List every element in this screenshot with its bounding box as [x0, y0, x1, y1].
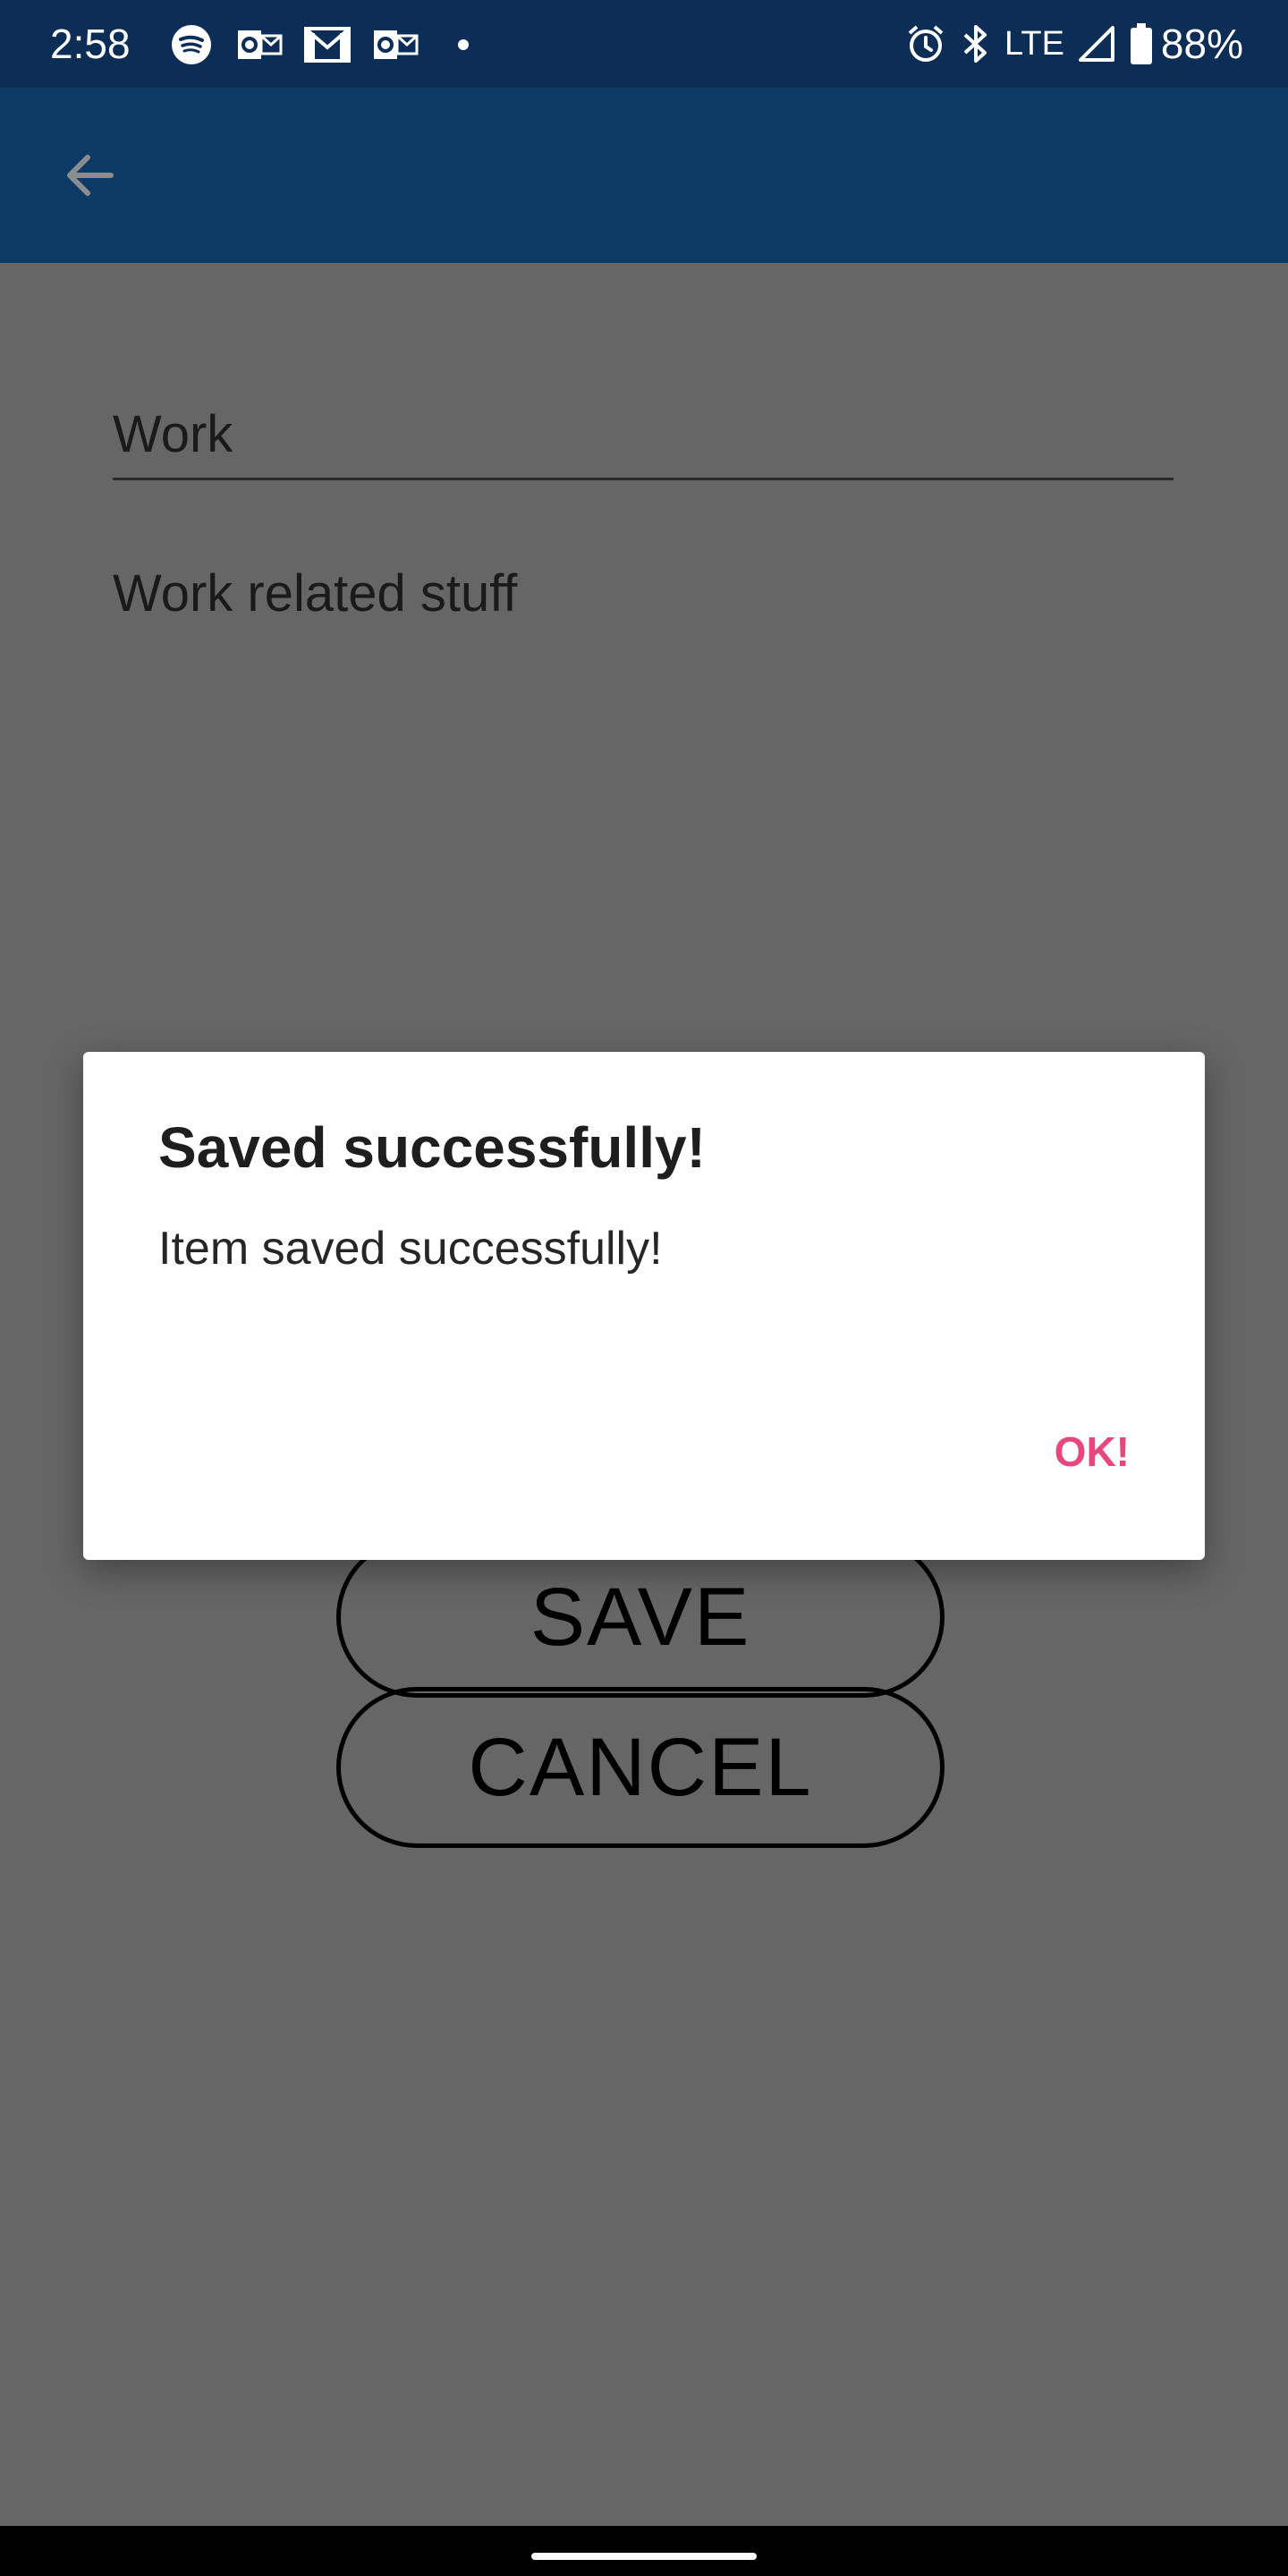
battery-icon: [1129, 22, 1154, 65]
signal-icon: [1077, 24, 1116, 64]
home-handle[interactable]: [531, 2553, 757, 2560]
spotify-icon: [168, 21, 215, 68]
dialog-title: Saved successfully!: [158, 1115, 706, 1180]
dialog-message: Item saved successfully!: [158, 1223, 663, 1275]
outlook-icon: [236, 21, 283, 68]
bluetooth-icon: [960, 22, 992, 65]
status-time: 2:58: [50, 21, 131, 67]
navigation-bar: [0, 2526, 1288, 2576]
name-input[interactable]: Work: [113, 399, 1174, 480]
ok-button[interactable]: OK!: [1055, 1428, 1130, 1476]
app-bar: [0, 88, 1288, 263]
back-button[interactable]: [47, 132, 132, 218]
save-button[interactable]: SAVE: [336, 1537, 945, 1698]
notification-icons: [168, 20, 508, 70]
network-type: LTE: [1004, 24, 1064, 63]
description-input[interactable]: Work related stuff: [113, 558, 1174, 633]
dot-icon: [440, 21, 487, 68]
success-dialog: Saved successfully! Item saved successfu…: [83, 1052, 1205, 1560]
arrow-back-icon: [67, 155, 114, 196]
gmail-icon: [304, 21, 351, 68]
cancel-button[interactable]: CANCEL: [336, 1687, 945, 1848]
status-bar: 2:58 LTE 88%: [0, 0, 1288, 88]
battery-percentage: 88%: [1160, 21, 1243, 67]
system-icons: LTE 88%: [892, 16, 1243, 72]
outlook-icon: [372, 21, 419, 68]
alarm-icon: [904, 22, 947, 65]
